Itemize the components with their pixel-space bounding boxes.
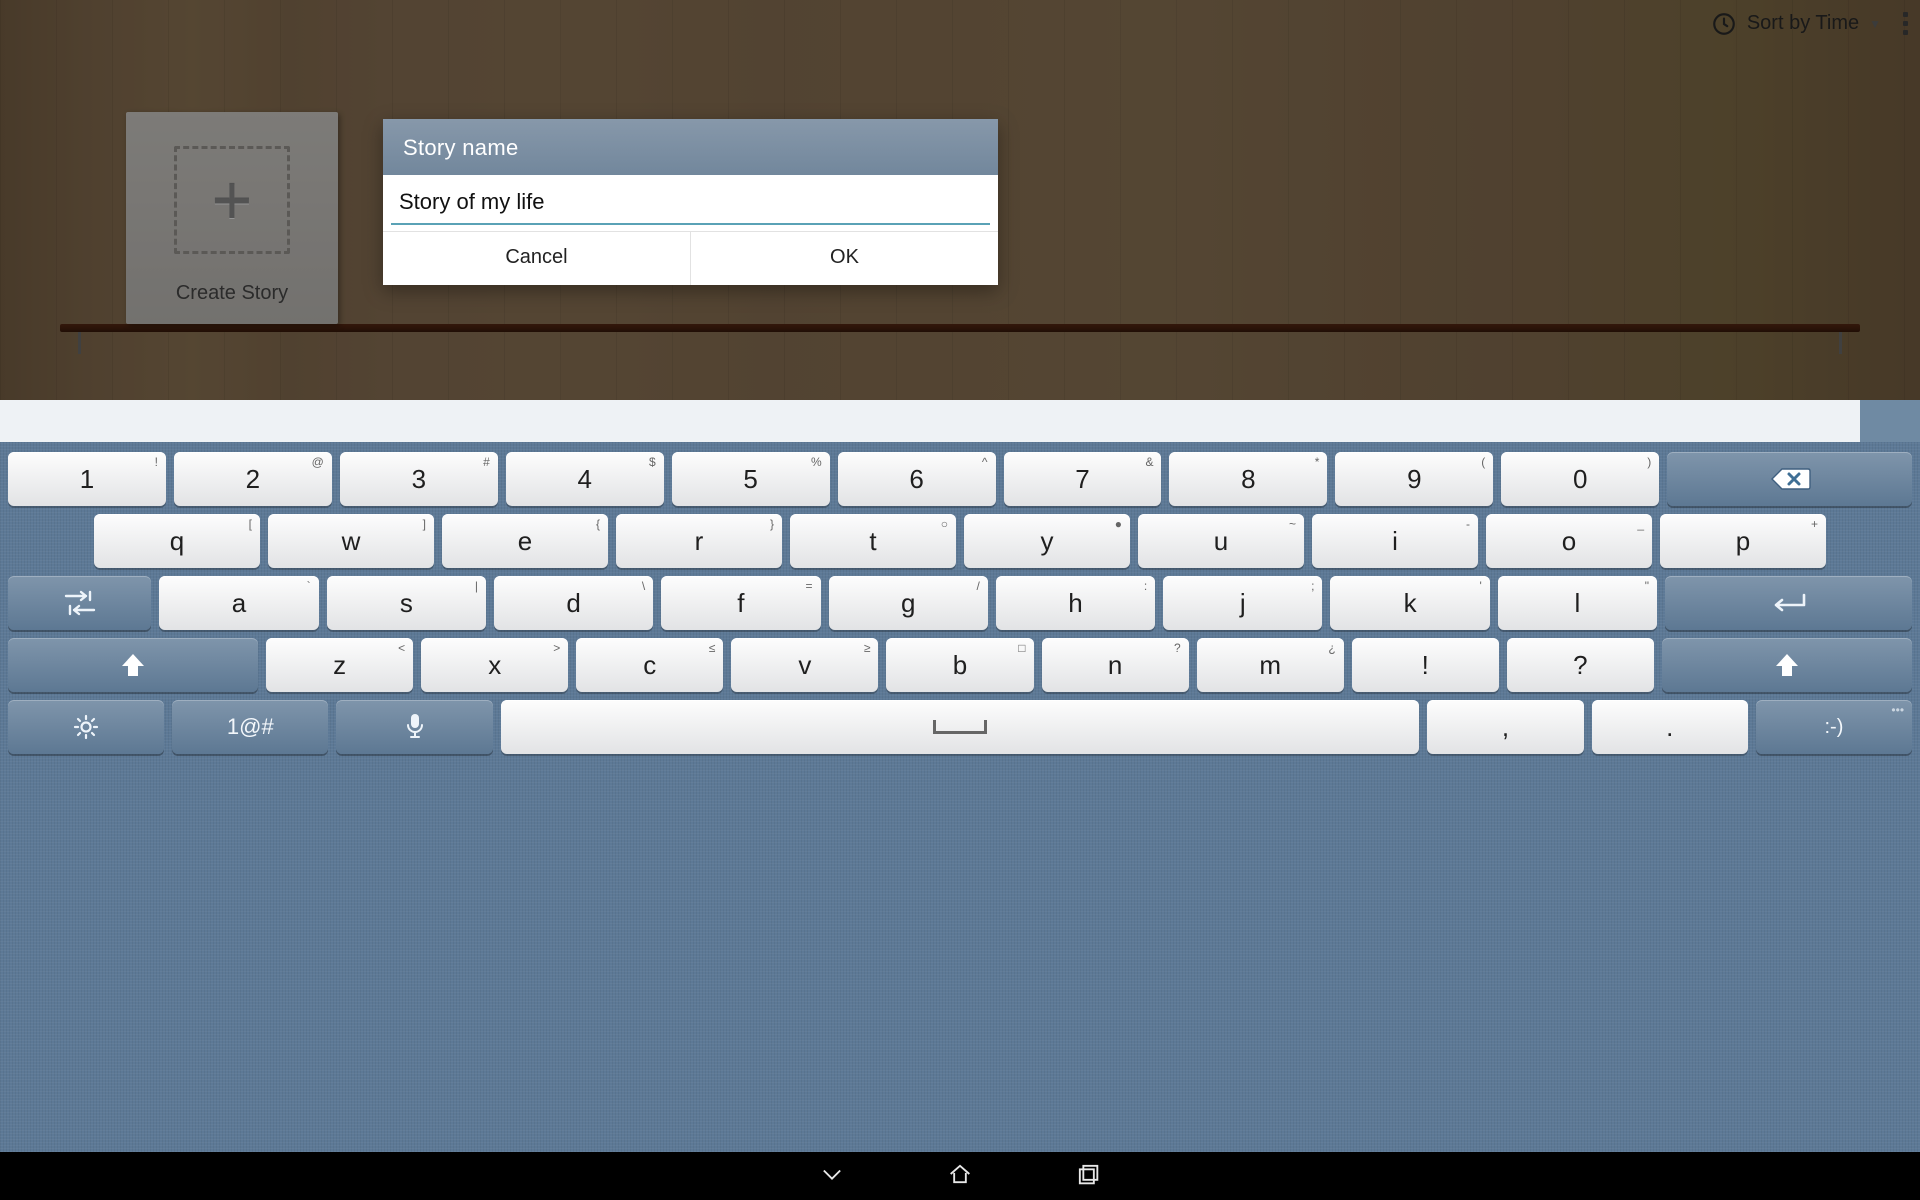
key-question[interactable]: ? xyxy=(1507,638,1654,692)
key-q[interactable]: q[ xyxy=(94,514,260,568)
key-g[interactable]: g/ xyxy=(829,576,988,630)
suggestion-bar[interactable] xyxy=(0,400,1920,442)
keyboard-row-1: 1! 2@ 3# 4$ 5% 6^ 7& 8* 9( 0) xyxy=(8,452,1912,506)
cancel-button[interactable]: Cancel xyxy=(383,232,690,285)
gear-icon xyxy=(72,713,100,741)
tab-key[interactable] xyxy=(8,576,151,630)
period-key[interactable]: . xyxy=(1592,700,1748,754)
key-a[interactable]: a` xyxy=(159,576,318,630)
ok-button[interactable]: OK xyxy=(690,232,998,285)
backspace-key[interactable] xyxy=(1667,452,1912,506)
key-4[interactable]: 4$ xyxy=(506,452,664,506)
key-k[interactable]: k' xyxy=(1330,576,1489,630)
key-7[interactable]: 7& xyxy=(1004,452,1162,506)
tab-icon xyxy=(60,588,100,618)
recent-apps-icon xyxy=(1074,1160,1102,1188)
key-o[interactable]: o_ xyxy=(1486,514,1652,568)
key-w[interactable]: w] xyxy=(268,514,434,568)
settings-key[interactable] xyxy=(8,700,164,754)
shift-icon xyxy=(1772,651,1802,679)
comma-key[interactable]: , xyxy=(1427,700,1583,754)
key-3[interactable]: 3# xyxy=(340,452,498,506)
shift-icon xyxy=(118,651,148,679)
emoji-key[interactable]: :-) ••• xyxy=(1756,700,1912,754)
key-u[interactable]: u~ xyxy=(1138,514,1304,568)
key-6[interactable]: 6^ xyxy=(838,452,996,506)
key-s[interactable]: s| xyxy=(327,576,486,630)
voice-key[interactable] xyxy=(336,700,492,754)
key-z[interactable]: z< xyxy=(266,638,413,692)
key-2[interactable]: 2@ xyxy=(174,452,332,506)
home-icon xyxy=(946,1160,974,1188)
key-i[interactable]: i- xyxy=(1312,514,1478,568)
key-d[interactable]: d\ xyxy=(494,576,653,630)
key-v[interactable]: v≥ xyxy=(731,638,878,692)
dialog-title: Story name xyxy=(383,119,998,175)
nav-home-button[interactable] xyxy=(946,1160,974,1193)
keyboard-row-5: 1@# , . :-) ••• xyxy=(8,700,1912,754)
key-h[interactable]: h: xyxy=(996,576,1155,630)
shift-key-left[interactable] xyxy=(8,638,258,692)
keyboard-row-2: q[ w] e{ r} t○ y● u~ i- o_ p+ xyxy=(8,514,1912,568)
key-0[interactable]: 0) xyxy=(1501,452,1659,506)
key-p[interactable]: p+ xyxy=(1660,514,1826,568)
suggestion-handle[interactable] xyxy=(1860,400,1920,442)
space-key[interactable] xyxy=(501,700,1420,754)
space-icon xyxy=(933,720,987,734)
shift-key-right[interactable] xyxy=(1662,638,1912,692)
story-name-dialog: Story name Cancel OK xyxy=(383,119,998,285)
key-9[interactable]: 9( xyxy=(1335,452,1493,506)
story-name-input[interactable] xyxy=(391,183,990,225)
key-m[interactable]: m¿ xyxy=(1197,638,1344,692)
keyboard-row-3: a` s| d\ f= g/ h: j; k' l" xyxy=(8,576,1912,630)
key-1[interactable]: 1! xyxy=(8,452,166,506)
keyboard: 1! 2@ 3# 4$ 5% 6^ 7& 8* 9( 0) q[ w] e{ r… xyxy=(0,442,1920,1152)
key-n[interactable]: n? xyxy=(1042,638,1189,692)
key-f[interactable]: f= xyxy=(661,576,820,630)
key-l[interactable]: l" xyxy=(1498,576,1657,630)
keyboard-row-4: z< x> c≤ v≥ b□ n? m¿ ! ? xyxy=(8,638,1912,692)
key-x[interactable]: x> xyxy=(421,638,568,692)
backspace-icon xyxy=(1768,465,1812,493)
key-t[interactable]: t○ xyxy=(790,514,956,568)
nav-back-button[interactable] xyxy=(818,1160,846,1193)
system-nav-bar xyxy=(0,1152,1920,1200)
microphone-icon xyxy=(404,712,426,742)
symbols-key[interactable]: 1@# xyxy=(172,700,328,754)
key-5[interactable]: 5% xyxy=(672,452,830,506)
chevron-down-icon xyxy=(818,1160,846,1188)
key-c[interactable]: c≤ xyxy=(576,638,723,692)
key-exclaim[interactable]: ! xyxy=(1352,638,1499,692)
key-e[interactable]: e{ xyxy=(442,514,608,568)
enter-icon xyxy=(1766,591,1812,615)
nav-recent-button[interactable] xyxy=(1074,1160,1102,1193)
key-8[interactable]: 8* xyxy=(1169,452,1327,506)
key-b[interactable]: b□ xyxy=(886,638,1033,692)
key-j[interactable]: j; xyxy=(1163,576,1322,630)
key-y[interactable]: y● xyxy=(964,514,1130,568)
key-r[interactable]: r} xyxy=(616,514,782,568)
enter-key[interactable] xyxy=(1665,576,1912,630)
